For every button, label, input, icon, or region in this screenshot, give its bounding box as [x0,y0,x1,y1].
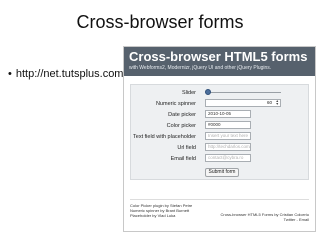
email-label: Email field [170,156,196,162]
color-picker-input[interactable]: #0000 [205,121,251,129]
placeholder-row: Text field with placeholder Insert your … [131,132,308,142]
footer-links[interactable]: Twitter - Email [221,217,309,222]
placeholder-text-input[interactable]: Insert your text here [205,132,251,140]
bullet-link[interactable]: • http://net.tutsplus.com/tutorials/html-… [8,68,123,80]
spinner-arrows-icon[interactable]: ▲ ▼ [276,99,279,106]
slider-line [208,92,281,93]
bullet-dot: • [8,68,12,80]
email-input[interactable]: contact@cybra.ro [205,154,251,162]
embedded-screenshot: Cross-browser HTML5 forms with Webforms2… [123,46,316,232]
slider[interactable] [205,88,281,96]
color-row: Color picker #0000 [131,121,308,131]
url-label: Url field [177,145,196,151]
footer-credit-block: Cross-browser HTML5 Forms by Cristian Co… [221,212,309,222]
slider-label: Slider [181,90,196,96]
page-banner: Cross-browser HTML5 forms with Webforms2… [124,47,315,76]
spinner-row: Numeric spinner 60 ▲ ▼ [131,99,308,109]
slider-knob[interactable] [205,89,211,95]
slide-title: Cross-browser forms [76,12,244,32]
demo-form: Slider Numeric spinner 60 ▲ ▼ Date picker… [130,84,309,180]
url-row: Url field http://techdarlos.com/ [131,143,308,153]
numeric-spinner[interactable]: 60 ▲ ▼ [205,99,281,107]
color-label: Color picker [166,123,196,129]
email-row: Email field contact@cybra.ro [131,154,308,164]
placeholder-label: Text field with placeholder [133,134,196,140]
bullet-url[interactable]: http://net.tutsplus.com/tutorials/html-c… [16,68,123,80]
page-footer: Color Picker plugin by Stefan Petre Nume… [130,199,309,222]
date-row: Date picker 2010-10-05 [131,110,308,120]
submit-button[interactable]: Submit form [205,168,239,177]
date-label: Date picker [168,112,196,118]
date-picker-input[interactable]: 2010-10-05 [205,110,251,118]
banner-title: Cross-browser HTML5 forms [129,49,308,64]
spinner-label: Numeric spinner [155,101,196,107]
spinner-value: 60 [266,100,272,105]
banner-subtitle: with Webforms2, Modernizr, jQuery UI and… [129,65,272,71]
slider-row: Slider [131,88,308,98]
url-input[interactable]: http://techdarlos.com/ [205,143,251,151]
